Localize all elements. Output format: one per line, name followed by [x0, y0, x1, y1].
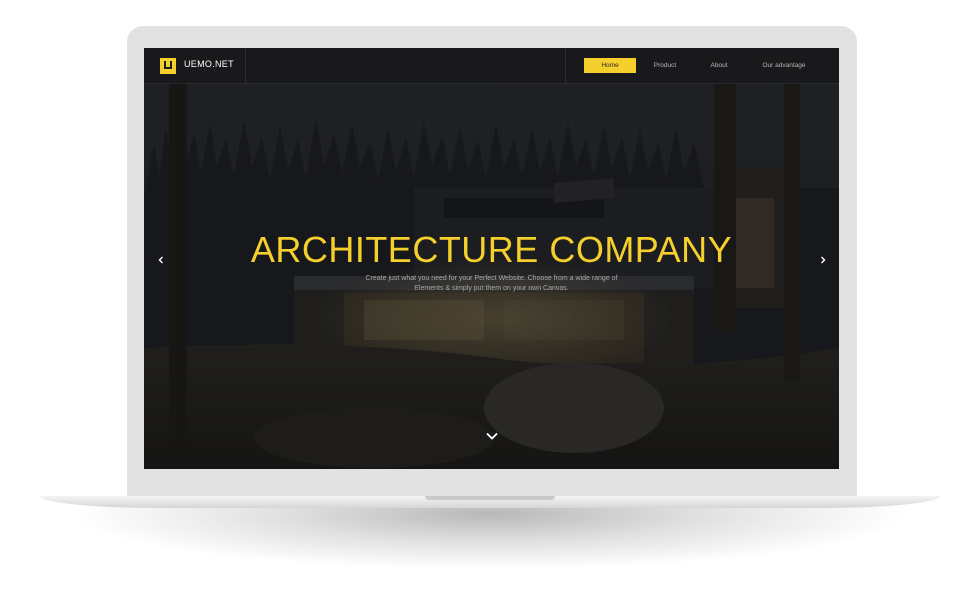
chevron-right-icon[interactable]	[816, 253, 830, 267]
website-screen: UEMO.NET Home Product About Our advantag…	[144, 48, 839, 469]
device-mockup: UEMO.NET Home Product About Our advantag…	[0, 0, 980, 600]
chevron-down-icon[interactable]	[484, 428, 500, 444]
u-logo-icon[interactable]	[160, 58, 176, 74]
brand-name[interactable]: UEMO.NET	[184, 59, 234, 69]
nav-item-product[interactable]: Product	[640, 58, 690, 73]
device-shadow	[70, 500, 910, 570]
nav-item-home[interactable]: Home	[584, 58, 636, 73]
hero-subtitle: Create just what you need for your Perfe…	[365, 275, 618, 292]
laptop-notch	[425, 496, 555, 500]
nav-divider	[245, 48, 246, 83]
nav-item-about[interactable]: About	[694, 58, 744, 73]
nav-divider	[565, 48, 566, 83]
chevron-left-icon[interactable]	[154, 253, 168, 267]
hero-title: ARCHITECTURE COMPANY	[250, 229, 733, 270]
top-navbar: UEMO.NET Home Product About Our advantag…	[144, 48, 839, 84]
nav-item-our-advantage[interactable]: Our advantage	[750, 58, 818, 73]
